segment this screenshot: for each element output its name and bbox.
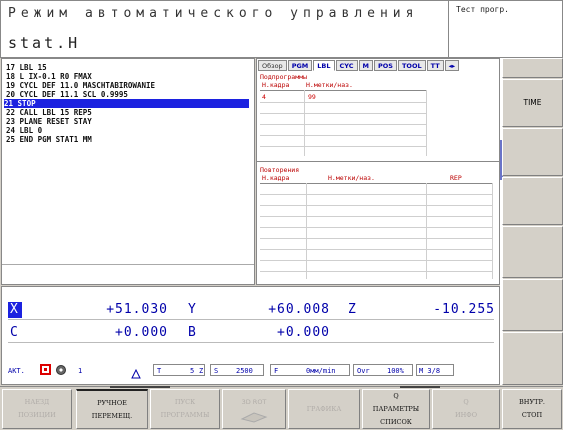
spindle-speed: 2500	[236, 367, 253, 375]
program-line[interactable]: 25 END PGM STAT1 MM	[6, 135, 92, 144]
tab-m[interactable]: M	[358, 60, 373, 71]
mode-title: Режим автоматического управления	[8, 6, 419, 21]
program-line[interactable]: 22 CALL LBL 15 REP5	[6, 108, 92, 117]
axis-z-value: -10.255	[433, 302, 495, 317]
program-listing[interactable]: 17 LBL 15 18 L IX-0.1 R0 FMAX 19 CYCL DE…	[1, 58, 255, 285]
datum-icon	[40, 364, 51, 375]
position-row-divider	[8, 342, 494, 343]
right-softkey-1[interactable]	[502, 58, 563, 78]
approach-position-button[interactable]: НАЕЗД ПОЗИЦИИ	[2, 389, 72, 429]
repeats-col-block: Н.кадра	[262, 174, 290, 182]
tab-tt[interactable]: TT	[426, 60, 444, 71]
feed-label: F	[274, 367, 279, 375]
column-divider	[426, 183, 427, 279]
table-row	[260, 135, 426, 136]
tab-tool[interactable]: TOOL	[397, 60, 426, 71]
repeats-col-label: Н.метки/наз.	[328, 174, 375, 182]
table-row	[260, 238, 492, 239]
override-value: 100%	[387, 367, 404, 375]
tab-lbl[interactable]: LBL	[313, 60, 335, 71]
program-line[interactable]: 18 L IX-0.1 R0 FMAX	[6, 72, 92, 81]
graphics-button[interactable]: ГРАФИКА	[288, 389, 360, 429]
m-function-value: M 3/8	[419, 367, 441, 375]
3d-rot-button[interactable]: 3D ROT	[222, 389, 286, 429]
right-softkey-7[interactable]	[502, 332, 563, 385]
tab-overview[interactable]: Обзор	[258, 60, 287, 71]
program-line[interactable]: 24 LBL 0	[6, 126, 42, 135]
axis-z-label: Z	[348, 302, 356, 317]
table-row	[260, 216, 492, 217]
tool-icon	[131, 364, 141, 379]
spindle-label: S	[214, 367, 219, 375]
feed-value: 0мм/min	[306, 367, 336, 375]
subprograms-col-label: Н.метки/наз.	[306, 81, 353, 89]
tab-cyc[interactable]: CYC	[335, 60, 358, 71]
program-line[interactable]: 20 CYCL DEF 11.1 SCL 0.9995	[6, 90, 128, 99]
subprogram-block: 4	[262, 93, 266, 101]
subprogram-label: 99	[308, 93, 316, 101]
program-line[interactable]: 23 PLANE RESET STAY	[6, 117, 92, 126]
right-softkey-5[interactable]	[502, 226, 563, 278]
repeats-title: Повторения	[260, 166, 300, 174]
table-row	[260, 260, 492, 261]
axis-x-label: X	[8, 302, 22, 318]
table-row	[260, 271, 492, 272]
manual-traverse-button[interactable]: РУЧНОЕ ПЕРЕМЕЩ.	[76, 389, 148, 429]
tab-pgm[interactable]: PGM	[287, 60, 313, 71]
axis-x-value: +51.030	[106, 302, 168, 317]
q-info-button[interactable]: Q ИНФО	[432, 389, 500, 429]
table-row	[260, 249, 492, 250]
status-tabs: Обзор PGM LBL CYC M POS TOOL TT ◂▸	[258, 60, 460, 71]
table-row	[260, 194, 492, 195]
tool-axis-num: 5	[190, 367, 195, 375]
subprograms-title: Подпрограммы	[260, 73, 307, 81]
axis-y-value: +60.008	[268, 302, 330, 317]
tool-axis-label: Z	[199, 367, 204, 375]
table-row	[260, 102, 426, 103]
column-divider	[306, 183, 307, 279]
table-row	[260, 205, 492, 206]
section-divider	[257, 161, 499, 162]
subprograms-header-line	[260, 90, 426, 91]
program-line[interactable]: 19 CYCL DEF 11.0 MASCHTABIROWANIE	[6, 81, 155, 90]
position-row-divider	[8, 319, 494, 320]
axis-b-label: B	[188, 325, 196, 340]
column-divider	[426, 90, 427, 156]
internal-stop-button[interactable]: ВНУТР. СТОП	[502, 389, 562, 429]
right-softkey-6[interactable]	[502, 279, 563, 331]
tab-pos[interactable]: POS	[374, 60, 397, 71]
axis-y-label: Y	[188, 302, 196, 317]
program-line-selected[interactable]: 21 STOP	[4, 99, 249, 108]
column-divider	[492, 183, 493, 279]
program-name: stat.H	[8, 34, 81, 52]
table-row	[260, 227, 492, 228]
right-softkey-4[interactable]	[502, 177, 563, 225]
q-parameters-list-button[interactable]: Q ПАРАМЕТРЫ СПИСОК	[362, 389, 430, 429]
override-label: Ovr	[357, 367, 370, 375]
time-button[interactable]: TIME	[502, 79, 563, 127]
test-mode-title: Тест прогр.	[456, 5, 509, 14]
tool-label: T	[157, 367, 162, 375]
tool-number: 1	[78, 367, 83, 375]
axis-b-value: +0.000	[277, 325, 330, 340]
repeats-header-line	[260, 183, 492, 184]
axis-c-label: C	[10, 325, 18, 340]
softkey-page-indicator	[400, 386, 440, 388]
table-row	[260, 146, 426, 147]
program-line[interactable]: 17 LBL 15	[6, 63, 47, 72]
status-mode: АКТ.	[8, 367, 25, 375]
3d-rot-icon	[240, 411, 268, 423]
table-row	[260, 124, 426, 125]
repeats-col-rep: REP	[450, 174, 462, 182]
program-start-button[interactable]: ПУСК ПРОГРАММЫ	[150, 389, 220, 429]
column-divider	[304, 90, 305, 156]
basic-rotation-icon	[56, 365, 66, 375]
program-divider	[2, 264, 254, 265]
table-row	[260, 113, 426, 114]
tab-scroll-arrows-icon[interactable]: ◂▸	[444, 60, 460, 71]
axis-c-value: +0.000	[115, 325, 168, 340]
right-softkey-3[interactable]	[502, 128, 563, 176]
subprograms-col-block: Н.кадра	[262, 81, 290, 89]
softkey-page-indicator	[110, 386, 170, 388]
